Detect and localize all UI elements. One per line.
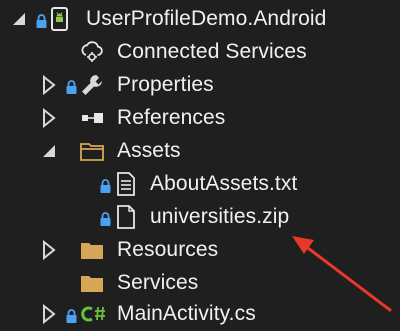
tree-node-connected-services[interactable]: Connected Services [0, 36, 400, 69]
tree-node-label: UserProfileDemo.Android [86, 7, 327, 30]
tree-node-label: MainActivity.cs [117, 302, 256, 325]
tree-node-label: Assets [117, 139, 181, 162]
chevron-right-icon[interactable] [42, 74, 56, 96]
references-icon [80, 106, 104, 130]
wrench-icon [80, 73, 104, 97]
lock-icon [100, 212, 111, 226]
tree-node-assets[interactable]: Assets [0, 135, 400, 168]
chevron-right-icon[interactable] [42, 303, 56, 325]
tree-node-label: References [117, 106, 226, 129]
tree-node-properties[interactable]: Properties [0, 69, 400, 102]
cloud-gear-icon [80, 40, 104, 64]
tree-node-label: AboutAssets.txt [150, 172, 298, 195]
text-file-icon [114, 172, 138, 196]
lock-icon [100, 179, 111, 193]
folder-icon [80, 238, 104, 262]
file-icon [114, 205, 138, 229]
solution-explorer-tree: UserProfileDemo.Android Connected Servic… [0, 0, 400, 331]
android-project-icon [48, 7, 72, 31]
lock-icon [66, 80, 77, 94]
annotation-arrow [280, 220, 400, 331]
folder-icon [80, 139, 104, 163]
tree-node-label: Services [117, 271, 199, 294]
lock-icon [66, 309, 77, 323]
triangle-down-icon[interactable] [12, 12, 26, 30]
tree-node-label: Properties [117, 73, 214, 96]
tree-node-references[interactable]: References [0, 102, 400, 135]
tree-node-project[interactable]: UserProfileDemo.Android [0, 3, 400, 36]
tree-node-label: Connected Services [117, 40, 307, 63]
tree-node-file[interactable]: AboutAssets.txt [0, 168, 400, 201]
csharp-file-icon [80, 302, 105, 326]
tree-node-label: universities.zip [150, 205, 290, 228]
folder-icon [80, 271, 104, 295]
lock-icon [36, 14, 47, 28]
chevron-right-icon[interactable] [42, 239, 56, 261]
chevron-right-icon[interactable] [42, 107, 56, 129]
tree-node-label: Resources [117, 238, 219, 261]
triangle-down-icon[interactable] [42, 144, 56, 162]
